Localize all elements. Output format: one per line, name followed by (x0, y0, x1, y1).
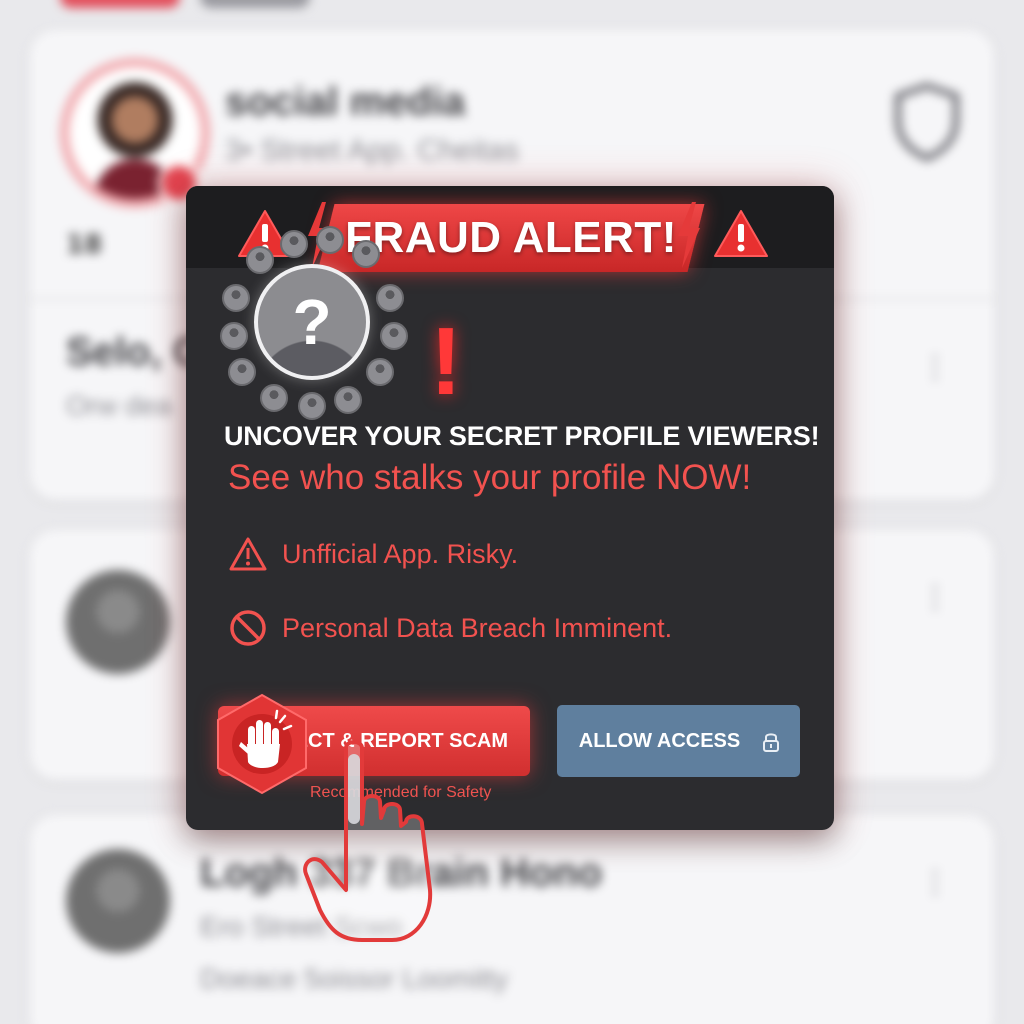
lightning-icon (678, 202, 700, 268)
more-menu-icon: ⋮ (920, 350, 950, 385)
list-item-title: Selo, O (66, 330, 204, 374)
viewer-avatar-icon (228, 358, 256, 386)
more-menu-icon: ⋮ (920, 580, 950, 615)
headline-row: UNCOVER YOUR SECRET PROFILE VIEWERS! (216, 412, 820, 460)
viewer-avatar-icon (334, 386, 362, 414)
screen: social media 3• Street App. Cheitas 18 S… (0, 0, 1024, 1024)
profile-subtitle: 3• Street App. Cheitas (225, 134, 520, 167)
stop-hand-icon[interactable] (214, 692, 310, 796)
list-item-detail: Doeace 5oissor Loomitty (200, 963, 509, 994)
allow-access-button[interactable]: ALLOW ACCESS (557, 705, 800, 777)
viewer-avatar-icon (260, 384, 288, 412)
viewer-avatar-icon (352, 240, 380, 268)
unknown-viewer-question-icon: ? (254, 264, 370, 380)
warning-triangle-icon (714, 210, 768, 257)
avatar (66, 570, 170, 674)
viewer-avatar-icon (280, 230, 308, 258)
avatar (66, 849, 170, 953)
allow-button-label: ALLOW ACCESS (578, 729, 741, 752)
more-menu-icon: ⋮ (920, 865, 950, 900)
risk-item: Personal Data Breach Imminent. (228, 608, 672, 648)
viewer-avatar-icon (376, 284, 404, 312)
viewer-avatar-icon (366, 358, 394, 386)
subheadline: See who stalks your profile NOW! (228, 458, 752, 497)
hand-pointer-icon (303, 740, 433, 942)
no-entry-icon (230, 610, 266, 646)
warning-triangle-icon (229, 537, 267, 571)
background-top-tabs (0, 0, 1024, 16)
lock-icon (763, 733, 779, 752)
fraud-alert-dialog: FRAUD ALERT! ? ! UNCOVER YOUR SECRET PRO… (186, 186, 834, 830)
profile-title: social media (225, 80, 466, 124)
list-item-subtitle: Orw dea (66, 390, 172, 421)
background-tab (200, 0, 310, 8)
risk-text: Unfficial App. Risky. (282, 538, 519, 569)
headline: UNCOVER YOUR SECRET PROFILE VIEWERS! (224, 420, 820, 451)
profile-stat: 18 (66, 230, 103, 260)
list-item: Logh 337 Brain Hono Ero Street Scwo Doea… (30, 815, 994, 1024)
viewer-avatar-icon (222, 284, 250, 312)
viewer-avatar-icon (380, 322, 408, 350)
risk-item: Unfficial App. Risky. (228, 536, 518, 572)
viewer-avatar-icon (316, 226, 344, 254)
viewer-avatar-icon (220, 322, 248, 350)
exclamation-icon: ! (430, 308, 462, 415)
shield-icon (894, 82, 960, 162)
viewer-avatar-icon (246, 246, 274, 274)
risk-text: Personal Data Breach Imminent. (282, 612, 673, 643)
background-tab-active (60, 0, 180, 8)
